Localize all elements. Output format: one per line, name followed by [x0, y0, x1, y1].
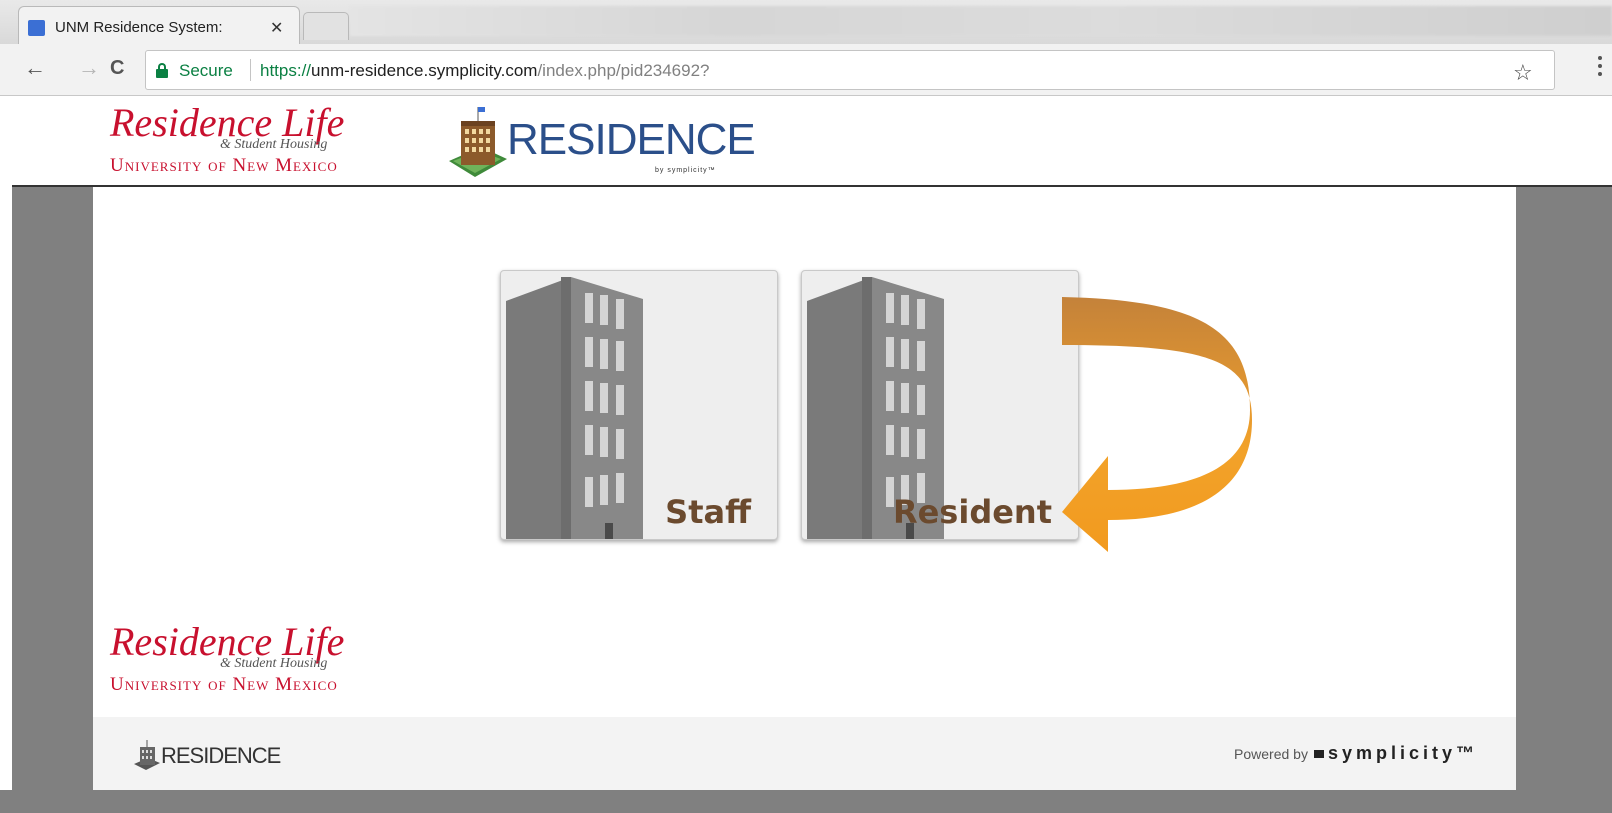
powered-by-brand: symplicity™ — [1327, 743, 1478, 763]
footer-bar: RESIDENCE Powered by symplicity™ — [93, 717, 1516, 790]
logo-subtitle: & Student Housing — [220, 137, 328, 152]
blurred-background-bar — [350, 6, 1612, 36]
powered-by[interactable]: Powered by symplicity™ — [1234, 743, 1478, 764]
building-logo-icon — [134, 740, 160, 770]
resident-label: Resident — [892, 493, 1052, 531]
url-scheme: https:// — [260, 61, 312, 80]
left-gutter — [12, 187, 93, 813]
browser-tab[interactable]: UNM Residence System: ✕ — [18, 6, 300, 44]
symplicity-square-icon — [1313, 750, 1324, 758]
right-gutter — [1516, 187, 1612, 813]
footer-app-logo-text: RESIDENCE — [161, 743, 281, 768]
app-logo-by: by symplicity™ — [655, 167, 716, 174]
url-host: unm-residence.symplicity.com — [311, 61, 538, 80]
staff-portal-card[interactable]: Staff — [500, 270, 778, 540]
browser-tab-strip: UNM Residence System: ✕ — [0, 0, 1612, 44]
logo-university: University of New Mexico — [110, 155, 338, 176]
footer-residence-life-logo: Residence Life & Student Housing Univers… — [110, 622, 410, 702]
footer-logo-university: University of New Mexico — [110, 674, 338, 695]
address-bar[interactable]: Secure https://unm-residence.symplicity.… — [145, 50, 1555, 90]
url-path: /index.php/pid234692? — [537, 61, 710, 80]
bookmark-star-icon[interactable]: ☆ — [1513, 62, 1533, 84]
footer-logo-subtitle: & Student Housing — [220, 656, 328, 671]
new-tab-button[interactable] — [303, 12, 349, 40]
tab-title: UNM Residence System: — [55, 19, 223, 36]
powered-by-label: Powered by — [1234, 746, 1308, 762]
bottom-gray-bar — [0, 790, 1612, 813]
page-header: Residence Life & Student Housing Univers… — [12, 97, 1612, 187]
app-logo-text: RESIDENCE — [507, 115, 756, 164]
residence-app-logo[interactable]: RESIDENCE by symplicity™ — [445, 103, 756, 179]
browser-toolbar: ← → C Secure https://unm-residence.sympl… — [0, 44, 1612, 96]
more-menu-icon[interactable] — [1598, 54, 1604, 78]
lock-icon — [156, 63, 168, 78]
url-text[interactable]: https://unm-residence.symplicity.com/ind… — [260, 61, 710, 81]
staff-label: Staff — [665, 493, 751, 531]
back-arrow-icon[interactable]: ← — [24, 56, 46, 80]
secure-label: Secure — [179, 61, 233, 80]
main-content: Staff Resident Residence Life & Student … — [93, 187, 1516, 717]
residence-life-logo[interactable]: Residence Life & Student Housing Univers… — [110, 103, 400, 183]
divider — [250, 59, 251, 81]
resident-portal-card[interactable]: Resident — [801, 270, 1079, 540]
close-icon[interactable]: ✕ — [270, 18, 283, 38]
left-edge — [0, 97, 12, 813]
forward-arrow-icon[interactable]: → — [78, 56, 100, 80]
reload-icon[interactable]: C — [110, 56, 124, 80]
building-logo-icon — [449, 107, 507, 177]
favicon-icon — [28, 20, 45, 36]
